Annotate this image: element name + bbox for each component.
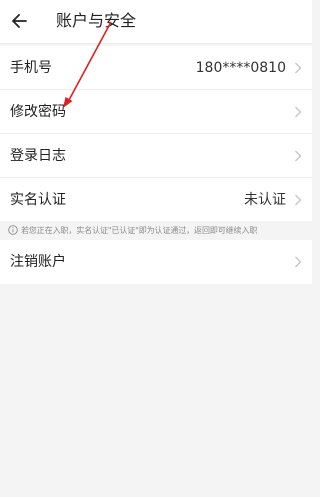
row-real-name-auth[interactable]: 实名认证 未认证 — [0, 178, 312, 222]
row-change-password[interactable]: 修改密码 — [0, 90, 312, 134]
row-label: 登录日志 — [10, 148, 66, 164]
row-label: 手机号 — [10, 60, 52, 76]
row-login-log[interactable]: 登录日志 — [0, 134, 312, 178]
row-label: 修改密码 — [10, 104, 66, 120]
chevron-right-icon — [295, 194, 302, 206]
chevron-right-icon — [295, 256, 302, 268]
row-phone[interactable]: 手机号 180****0810 — [0, 46, 312, 90]
row-label: 注销账户 — [10, 254, 66, 270]
phone-value: 180****0810 — [195, 60, 286, 76]
cancel-account-group: 注销账户 — [0, 240, 312, 284]
info-circle-icon — [8, 225, 18, 235]
chevron-right-icon — [295, 62, 302, 74]
arrow-left-icon — [12, 14, 27, 28]
chevron-right-icon — [295, 150, 302, 162]
auth-status-value: 未认证 — [244, 192, 286, 208]
back-button[interactable] — [8, 8, 30, 34]
account-security-screen: 账户与安全 手机号 180****0810 修改密码 登录日志 实名认证 未认证 — [0, 0, 312, 497]
page-title: 账户与安全 — [56, 11, 137, 30]
settings-list: 手机号 180****0810 修改密码 登录日志 实名认证 未认证 — [0, 46, 312, 221]
chevron-right-icon — [295, 106, 302, 118]
notice-text: 若您正在入职，实名认证"已认证"即为认证通过，返回即可继续入职 — [21, 225, 258, 235]
row-label: 实名认证 — [10, 192, 66, 208]
row-cancel-account[interactable]: 注销账户 — [0, 240, 312, 284]
header-bar: 账户与安全 — [0, 0, 312, 44]
auth-notice: 若您正在入职，实名认证"已认证"即为认证通过，返回即可继续入职 — [0, 221, 312, 239]
